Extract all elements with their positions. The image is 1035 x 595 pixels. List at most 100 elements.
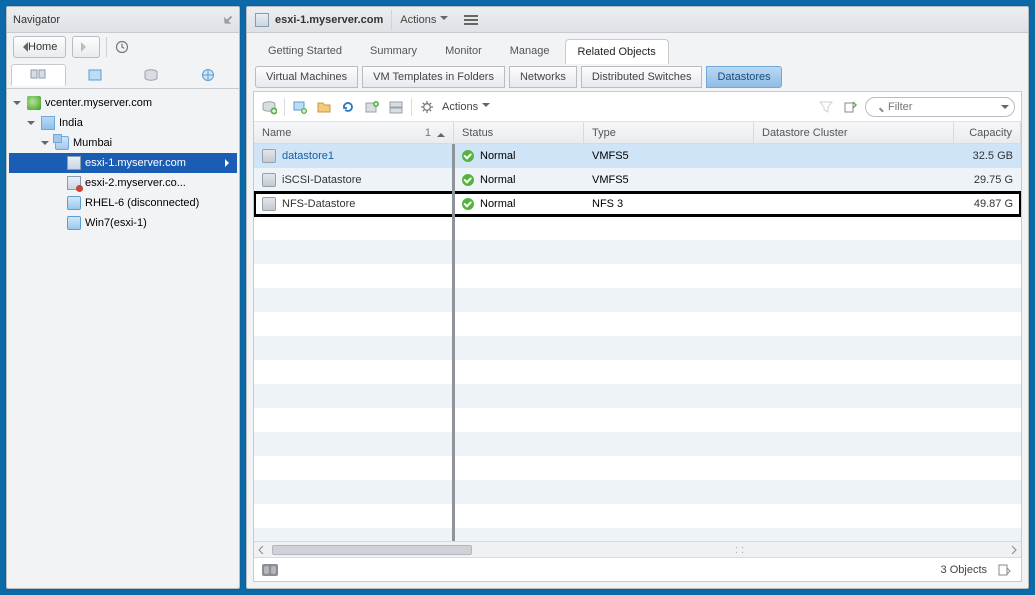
object-count: 3 Objects — [941, 564, 987, 576]
filter-icon[interactable] — [817, 98, 835, 116]
cluster-icon — [55, 136, 69, 150]
column-status[interactable]: Status — [454, 122, 584, 143]
tree-node-cluster[interactable]: Mumbai — [9, 133, 237, 153]
actions-menu[interactable]: Actions — [400, 14, 448, 26]
column-capacity[interactable]: Capacity — [954, 122, 1021, 143]
gear-icon[interactable] — [418, 98, 436, 116]
tree-label: vcenter.myserver.com — [45, 97, 152, 109]
grid-header: Name 1 Status Type Datastore Cluster Cap… — [254, 122, 1021, 144]
chevron-down-icon — [440, 16, 448, 24]
tab-summary[interactable]: Summary — [357, 38, 430, 63]
increase-capacity-icon[interactable] — [363, 98, 381, 116]
host-disconnected-icon — [67, 176, 81, 190]
toolbar-actions-menu[interactable]: Actions — [442, 101, 490, 113]
toolbar-actions-label: Actions — [442, 101, 478, 113]
export-list-icon[interactable] — [995, 561, 1013, 579]
subtab-dvs[interactable]: Distributed Switches — [581, 66, 703, 88]
scroll-thumb[interactable] — [272, 545, 472, 555]
datastore-grid-container: Actions Name 1 Statu — [253, 91, 1022, 582]
cell-name: NFS-Datastore — [282, 198, 355, 210]
datastore-icon — [262, 149, 276, 163]
tab-monitor[interactable]: Monitor — [432, 38, 495, 63]
cell-name: datastore1 — [282, 150, 334, 162]
browse-files-icon[interactable] — [315, 98, 333, 116]
view-tab-storage[interactable] — [124, 64, 179, 86]
main-panel: esxi-1.myserver.com Actions Getting Star… — [246, 6, 1029, 589]
subtab-vms[interactable]: Virtual Machines — [255, 66, 358, 88]
inventory-tree[interactable]: vcenter.myserver.com India Mumbai esxi-1… — [7, 89, 239, 588]
object-header: esxi-1.myserver.com Actions — [247, 7, 1028, 33]
filter-input-wrap — [865, 97, 1015, 117]
subtab-templates[interactable]: VM Templates in Folders — [362, 66, 505, 88]
register-vm-icon[interactable] — [291, 98, 309, 116]
scroll-left-icon[interactable] — [254, 543, 268, 557]
subtab-networks[interactable]: Networks — [509, 66, 577, 88]
view-tab-hosts[interactable] — [11, 64, 66, 86]
column-type[interactable]: Type — [584, 122, 754, 143]
subtab-datastores[interactable]: Datastores — [706, 66, 781, 88]
grid-body[interactable]: datastore1 Normal VMFS5 32.5 GB iSCSI-Da… — [254, 144, 1021, 557]
history-icon[interactable] — [113, 38, 131, 56]
tree-node-host-1[interactable]: esxi-1.myserver.com — [9, 153, 237, 173]
scroll-right-icon[interactable] — [1007, 543, 1021, 557]
inventory-view-tabs — [7, 61, 239, 89]
tree-node-vcenter[interactable]: vcenter.myserver.com — [9, 93, 237, 113]
tab-getting-started[interactable]: Getting Started — [255, 38, 355, 63]
host-icon — [67, 156, 81, 170]
breadcrumb-bar: Home — [7, 33, 239, 61]
datastore-icon — [262, 173, 276, 187]
tree-label: Mumbai — [73, 137, 112, 149]
chevron-down-icon[interactable] — [1001, 105, 1009, 113]
cell-status: Normal — [480, 150, 515, 162]
tree-label: RHEL-6 (disconnected) — [85, 197, 199, 209]
pin-icon[interactable] — [221, 12, 235, 26]
horizontal-scrollbar[interactable]: : : — [254, 541, 1021, 557]
column-resize-handle[interactable] — [452, 144, 455, 541]
chevron-down-icon — [482, 103, 490, 111]
view-tab-network[interactable] — [181, 64, 236, 86]
twisty-icon[interactable] — [13, 98, 23, 108]
cell-capacity: 29.75 G — [974, 174, 1013, 186]
tree-label: Win7(esxi-1) — [85, 217, 147, 229]
status-ok-icon — [462, 174, 474, 186]
chevron-right-icon — [225, 159, 233, 167]
twisty-icon[interactable] — [41, 138, 51, 148]
navigator-panel: Navigator Home — [6, 6, 240, 589]
grid-toolbar: Actions — [254, 92, 1021, 122]
vcenter-icon — [27, 96, 41, 110]
manage-storage-icon[interactable] — [387, 98, 405, 116]
tree-node-vm-1[interactable]: RHEL-6 (disconnected) — [9, 193, 237, 213]
tree-node-vm-2[interactable]: Win7(esxi-1) — [9, 213, 237, 233]
status-ok-icon — [462, 198, 474, 210]
host-icon — [255, 13, 269, 27]
filter-input[interactable] — [865, 97, 1015, 117]
cell-type: VMFS5 — [592, 174, 629, 186]
tree-label: esxi-1.myserver.com — [85, 157, 186, 169]
back-button[interactable]: Home — [13, 36, 66, 58]
refresh-icon[interactable] — [339, 98, 357, 116]
vm-icon — [67, 216, 81, 230]
tree-node-datacenter[interactable]: India — [9, 113, 237, 133]
status-ok-icon — [462, 150, 474, 162]
cell-type: VMFS5 — [592, 150, 629, 162]
table-row[interactable]: iSCSI-Datastore Normal VMFS5 29.75 G — [254, 168, 1021, 192]
export-icon[interactable] — [841, 98, 859, 116]
secondary-tabs: Virtual Machines VM Templates in Folders… — [247, 63, 1028, 91]
navigator-title: Navigator — [13, 14, 60, 26]
column-name[interactable]: Name 1 — [254, 122, 454, 143]
navigator-header: Navigator — [7, 7, 239, 33]
table-row[interactable]: datastore1 Normal VMFS5 32.5 GB — [254, 144, 1021, 168]
panel-menu-icon[interactable] — [464, 15, 478, 25]
forward-button[interactable] — [72, 36, 100, 58]
twisty-icon[interactable] — [27, 118, 37, 128]
find-icon[interactable] — [262, 564, 278, 576]
table-row[interactable]: NFS-Datastore Normal NFS 3 49.87 G — [254, 192, 1021, 216]
tab-manage[interactable]: Manage — [497, 38, 563, 63]
view-tab-vms[interactable] — [68, 64, 123, 86]
tree-node-host-2[interactable]: esxi-2.myserver.co... — [9, 173, 237, 193]
new-datastore-icon[interactable] — [260, 98, 278, 116]
actions-label: Actions — [400, 14, 436, 26]
column-cluster[interactable]: Datastore Cluster — [754, 122, 954, 143]
tab-related-objects[interactable]: Related Objects — [565, 39, 669, 64]
datastore-icon — [262, 197, 276, 211]
